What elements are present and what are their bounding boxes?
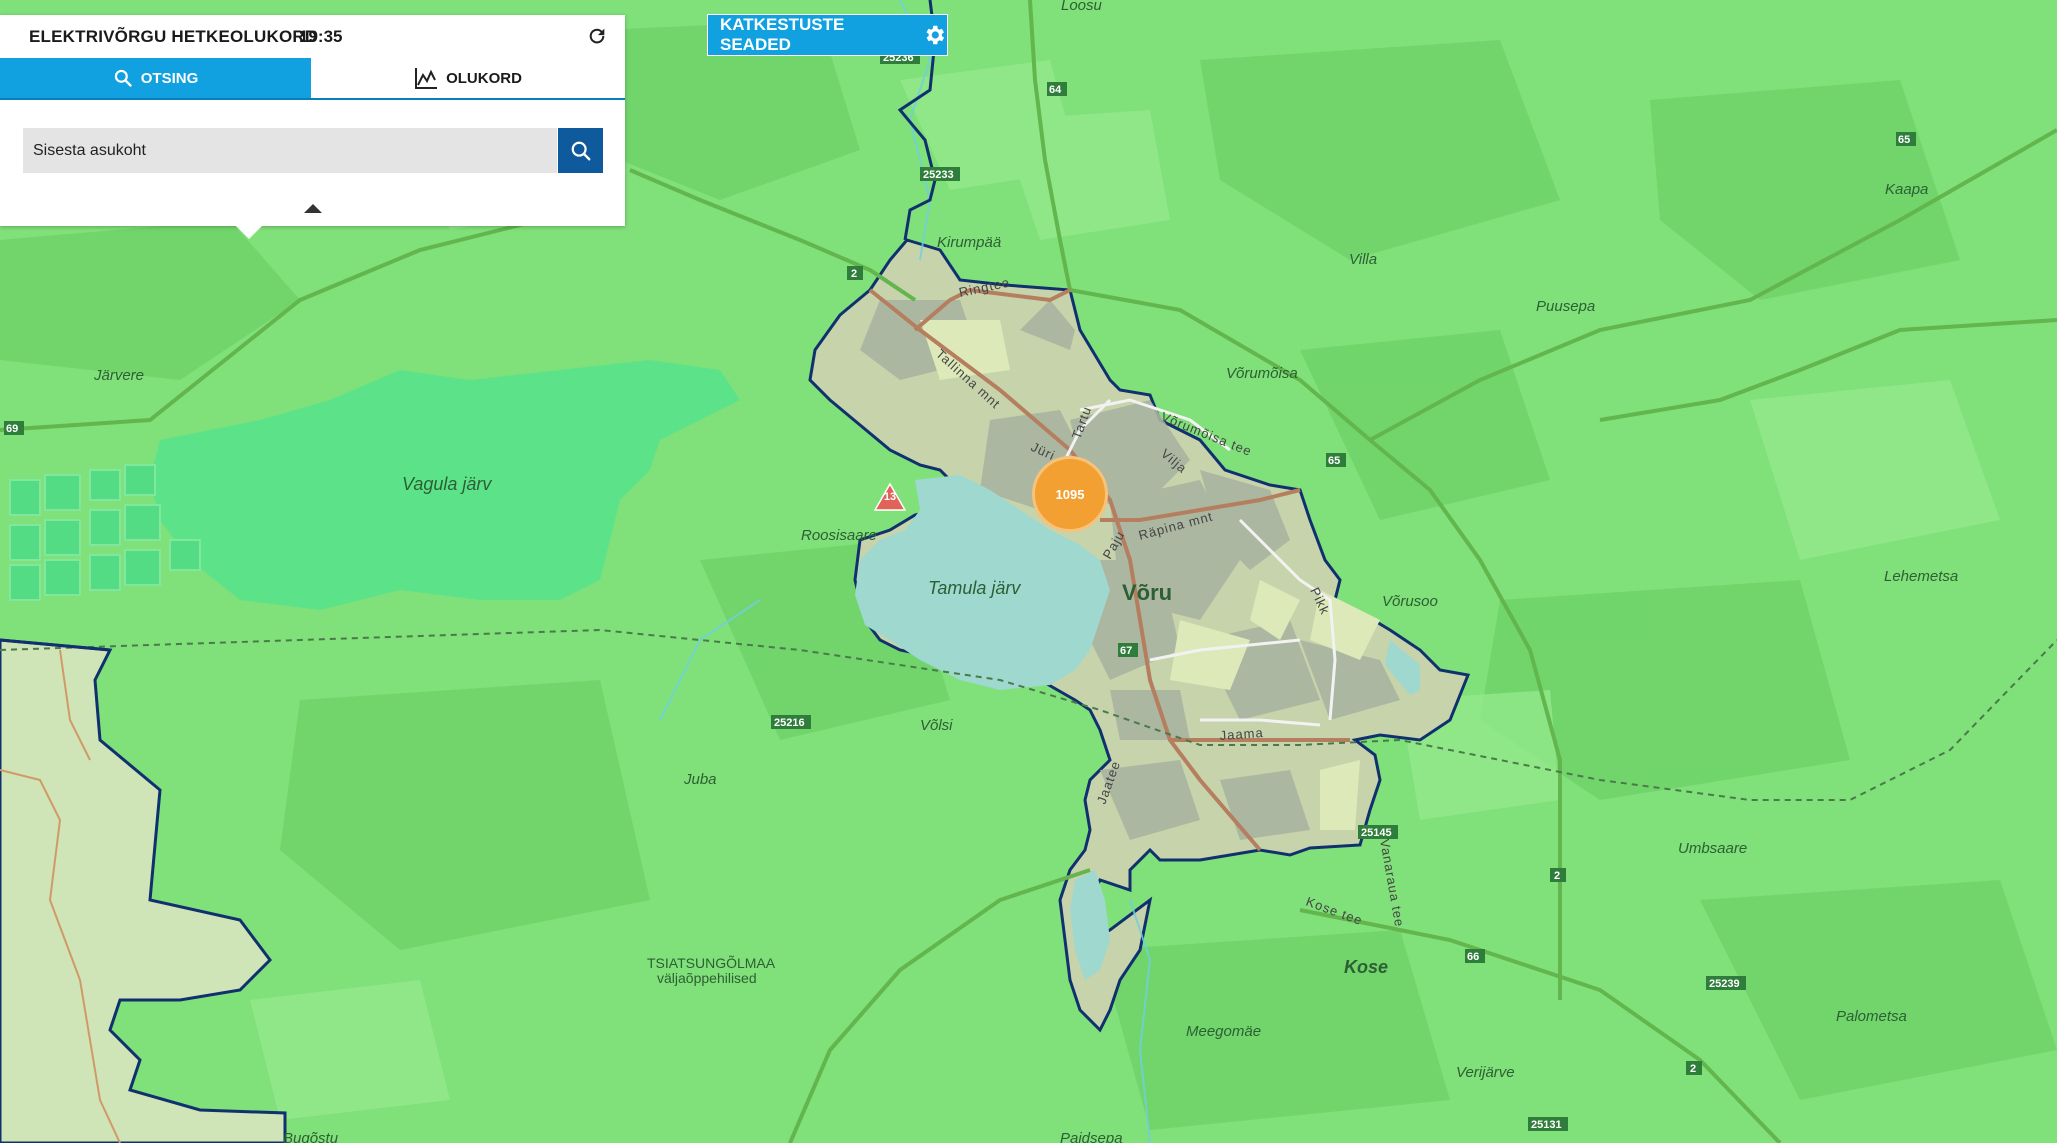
road-number: 25131 <box>1531 1119 1562 1131</box>
panel-pointer <box>236 226 262 239</box>
place-label-loosu: Loosu <box>1061 0 1103 14</box>
lake-label-vagula: Vagula järv <box>402 474 492 494</box>
tab-status-label: OLUKORD <box>446 69 522 87</box>
road-number: 65 <box>1898 134 1910 146</box>
place-label-villa: Villa <box>1349 251 1377 268</box>
place-label-voru: Võru <box>1122 580 1172 605</box>
panel-time: 19:35 <box>299 27 343 46</box>
road-number: 25239 <box>1709 978 1740 990</box>
place-label-umbsaare: Umbsaare <box>1678 840 1747 857</box>
place-label-puusepa: Puusepa <box>1536 298 1595 315</box>
tab-search[interactable]: OTSING <box>0 58 311 98</box>
search-icon <box>114 69 132 87</box>
collapse-panel-caret[interactable] <box>304 204 322 213</box>
lake-label-tamula: Tamula järv <box>928 578 1021 598</box>
road-number: 2 <box>1690 1063 1696 1075</box>
place-label-palometsa: Palometsa <box>1836 1008 1907 1025</box>
outage-cluster[interactable]: 1095 <box>1032 456 1108 532</box>
outage-warning-marker[interactable]: 13 <box>873 482 907 511</box>
settings-label: KATKESTUSTE SEADED <box>720 15 845 54</box>
road-number: 67 <box>1120 645 1132 657</box>
place-label-jarvere: Järvere <box>93 367 144 384</box>
search-button[interactable] <box>558 128 603 173</box>
outage-settings-button[interactable]: KATKESTUSTE SEADED <box>707 14 948 56</box>
area-label-tsiatsungolmaa-sub: väljaõppehilised <box>657 970 757 986</box>
place-label-lehemetsa: Lehemetsa <box>1884 568 1958 585</box>
place-label-kose: Kose <box>1344 957 1388 977</box>
place-label-kirumpaa: Kirumpää <box>937 234 1001 251</box>
place-label-meegomae: Meegomäe <box>1186 1023 1261 1040</box>
tab-status[interactable]: OLUKORD <box>311 58 625 98</box>
road-number: 2 <box>1554 870 1560 882</box>
place-label-juba: Juba <box>683 771 717 788</box>
place-label-volsi: Võlsi <box>920 717 953 734</box>
place-label-paidsepa: Paidsepa <box>1060 1130 1123 1143</box>
road-number: 66 <box>1467 951 1479 963</box>
panel-header: ELEKTRIVÕRGU HETKEOLUKORD 19:35 <box>0 15 625 58</box>
place-label-roosisaare: Roosisaare <box>801 527 877 544</box>
search-icon <box>571 141 590 160</box>
place-label-vorumoisa: Võrumõisa <box>1226 365 1298 382</box>
street-label: Jaama <box>1219 725 1264 743</box>
refresh-icon[interactable] <box>586 25 608 47</box>
place-label-verijarve: Verijärve <box>1456 1064 1515 1081</box>
chart-icon <box>415 68 438 89</box>
panel-tabs: OTSING OLUKORD <box>0 58 625 100</box>
place-label-kaapa: Kaapa <box>1885 181 1928 198</box>
location-search-input[interactable] <box>23 128 557 173</box>
road-number: 69 <box>6 423 18 435</box>
road-number: 25233 <box>923 169 954 181</box>
place-label-bugostu: Bugõstu <box>283 1130 339 1143</box>
panel-title: ELEKTRIVÕRGU HETKEOLUKORD <box>29 27 318 46</box>
gear-icon <box>926 25 945 45</box>
road-number: 65 <box>1328 455 1340 467</box>
road-number: 25145 <box>1361 827 1392 839</box>
tab-search-label: OTSING <box>140 69 199 87</box>
road-number: 64 <box>1049 84 1062 96</box>
outage-count: 13 <box>883 491 897 503</box>
place-label-vorusoo: Võrusoo <box>1382 593 1438 610</box>
area-label-tsiatsungolmaa: TSIATSUNGÕLMAA <box>647 955 776 971</box>
search-row <box>23 128 603 173</box>
road-number: 25216 <box>774 717 805 729</box>
status-panel: ELEKTRIVÕRGU HETKEOLUKORD 19:35 OTSING O… <box>0 15 625 226</box>
road-number: 2 <box>851 268 857 280</box>
